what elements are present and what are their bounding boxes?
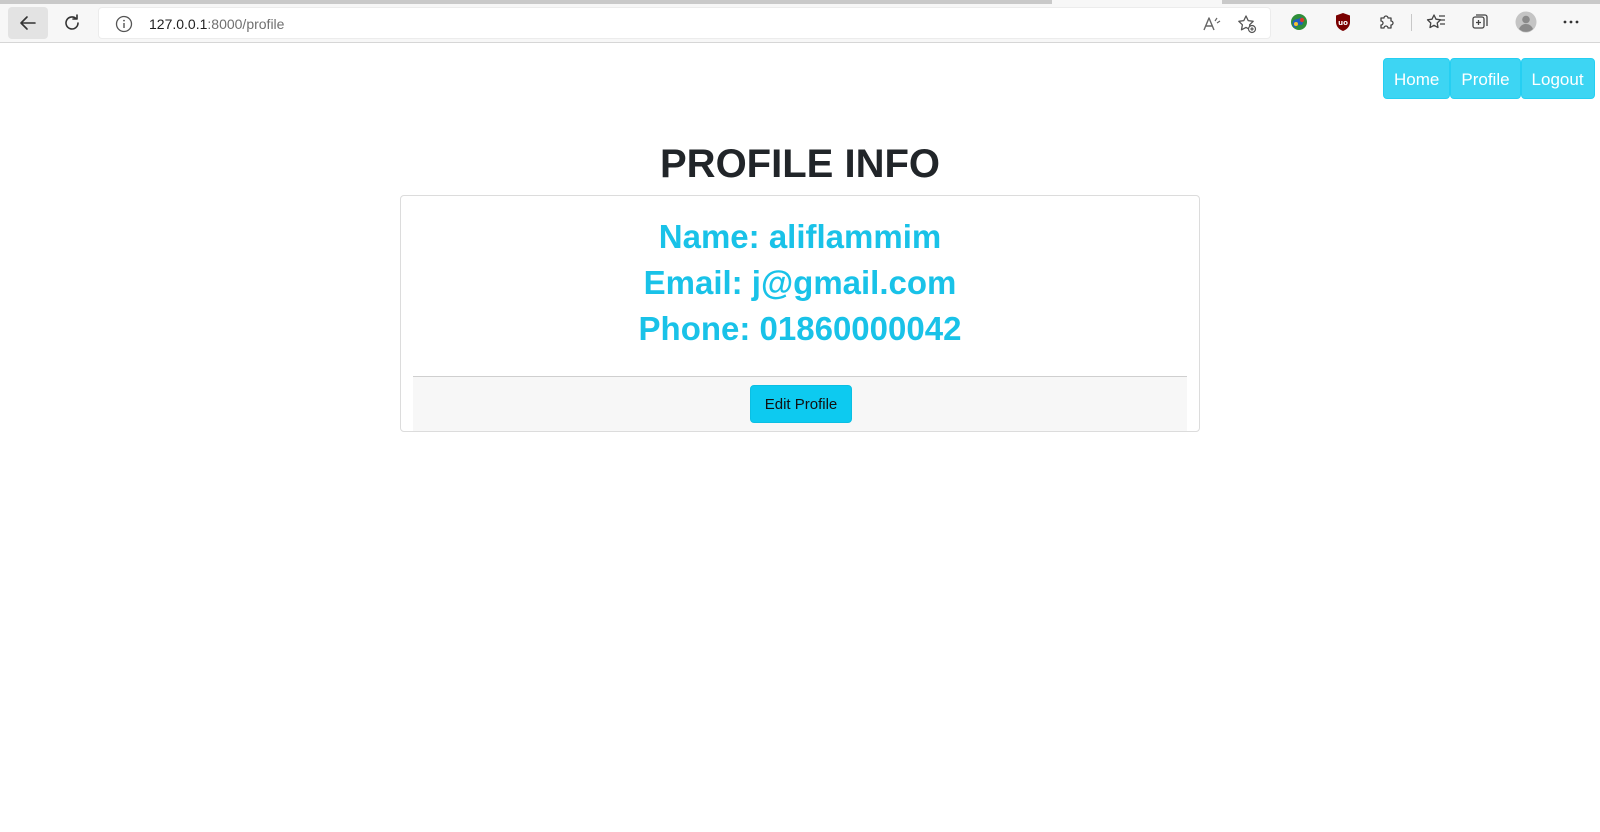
extension-globe-icon[interactable] <box>1288 11 1310 33</box>
back-arrow-icon <box>20 16 36 30</box>
add-favorite-icon[interactable] <box>1237 14 1257 34</box>
address-url[interactable]: 127.0.0.1:8000/profile <box>149 15 284 33</box>
tab-strip-indicator <box>1222 0 1600 4</box>
top-nav: Home Profile Logout <box>1383 58 1595 99</box>
svg-text:uo: uo <box>1338 19 1348 27</box>
profile-card-body: Name: aliflammim Email: j@gmail.com Phon… <box>401 214 1199 352</box>
url-path: :8000/profile <box>207 16 285 32</box>
page-title: PROFILE INFO <box>660 142 940 186</box>
puzzle-icon[interactable] <box>1376 11 1398 33</box>
nav-logout-button[interactable]: Logout <box>1520 58 1595 99</box>
profile-avatar-icon[interactable] <box>1515 11 1537 33</box>
tab-strip-indicator <box>0 0 1052 4</box>
info-icon[interactable] <box>115 15 133 33</box>
more-menu-icon[interactable] <box>1560 11 1582 33</box>
favorites-icon[interactable] <box>1425 11 1447 33</box>
profile-card: Name: aliflammim Email: j@gmail.com Phon… <box>400 195 1200 432</box>
collections-icon[interactable] <box>1469 11 1491 33</box>
reload-button[interactable] <box>52 7 92 39</box>
reload-icon <box>65 14 79 30</box>
back-button[interactable] <box>8 7 48 39</box>
browser-toolbar: 127.0.0.1:8000/profile uo <box>0 0 1600 43</box>
read-aloud-icon[interactable] <box>1201 14 1221 34</box>
nav-profile-button[interactable]: Profile <box>1450 58 1521 99</box>
edit-profile-button[interactable]: Edit Profile <box>750 385 852 423</box>
ublock-origin-icon[interactable]: uo <box>1332 11 1354 33</box>
profile-card-footer: Edit Profile <box>413 376 1187 431</box>
profile-name: Name: aliflammim <box>658 218 942 255</box>
url-host: 127.0.0.1 <box>149 16 208 32</box>
toolbar-separator <box>1411 14 1412 31</box>
profile-email: Email: j@gmail.com <box>643 264 957 301</box>
nav-home-button[interactable]: Home <box>1383 58 1451 99</box>
address-bar[interactable]: 127.0.0.1:8000/profile <box>98 7 1271 39</box>
profile-phone: Phone: 01860000042 <box>638 310 962 347</box>
